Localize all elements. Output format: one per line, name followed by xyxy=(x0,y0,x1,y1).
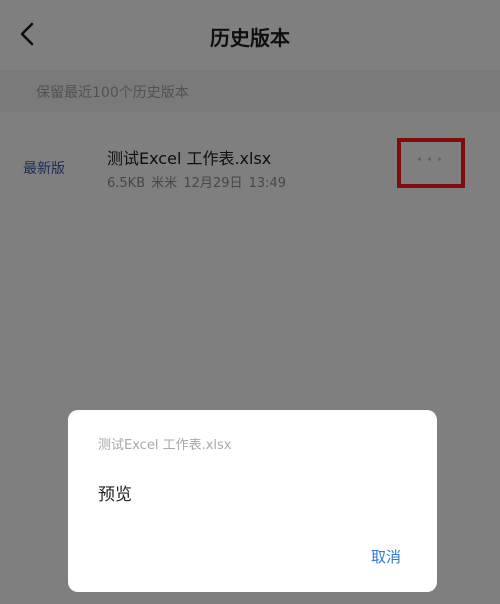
preview-option[interactable]: 预览 xyxy=(98,480,132,505)
cancel-button[interactable]: 取消 xyxy=(371,546,401,567)
dialog-title: 测试Excel 工作表.xlsx xyxy=(98,438,232,453)
action-dialog: 测试Excel 工作表.xlsx 预览 取消 xyxy=(68,410,437,592)
